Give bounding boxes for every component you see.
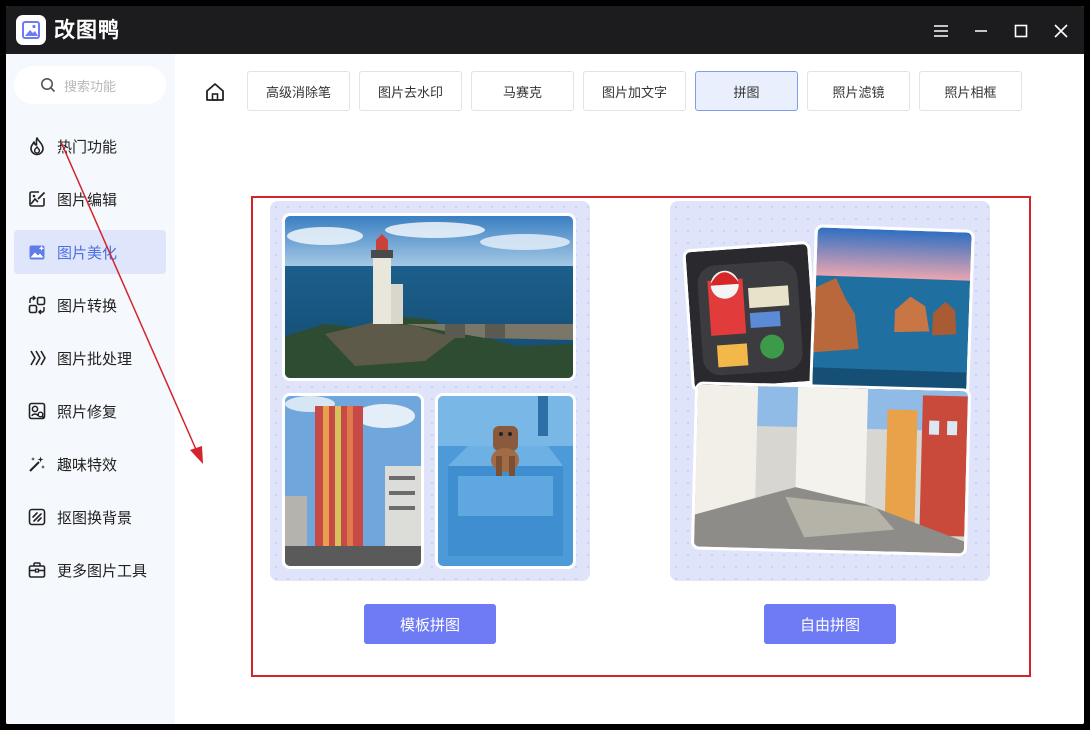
app-window: 改图鸭 搜索功能 热门功能 图片编辑 bbox=[6, 6, 1084, 724]
annotation-arrow bbox=[60, 141, 203, 464]
